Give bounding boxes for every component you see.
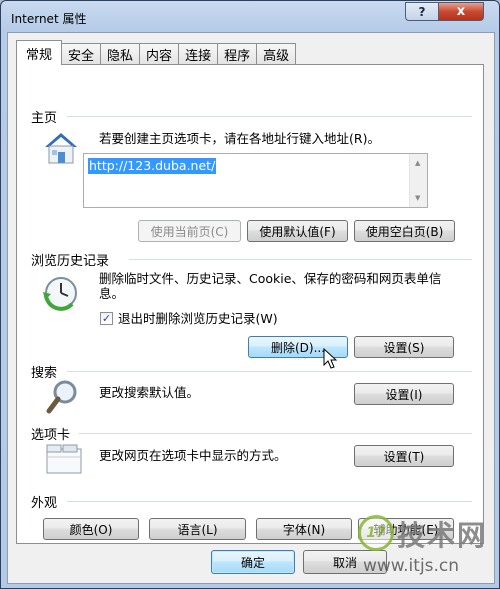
tabs-settings-button[interactable]: 设置(T)	[354, 445, 454, 467]
general-tab-panel: 主页 若要创建主页选项卡，请在各地址行键入地址(R)。 http://123.d…	[16, 64, 484, 544]
home-page-url-field[interactable]: http://123.duba.net/ ▲ ▼	[83, 153, 428, 208]
use-default-button[interactable]: 使用默认值(F)	[247, 220, 348, 242]
tabs-icon	[46, 444, 82, 474]
mouse-cursor-icon	[323, 348, 337, 369]
tab-general[interactable]: 常规	[16, 40, 63, 65]
scroll-up-icon[interactable]: ▲	[415, 159, 420, 167]
home-section-title: 主页	[31, 111, 58, 126]
internet-properties-window: Internet 属性 ? x 常规 安全 隐私 内容 连接 程序 高级 主页 …	[0, 0, 500, 589]
tab-content[interactable]: 内容	[140, 43, 180, 65]
tab-security[interactable]: 安全	[62, 43, 102, 65]
watermark-logo-number: 17	[366, 525, 386, 541]
window-title: Internet 属性	[11, 12, 87, 26]
search-settings-button[interactable]: 设置(I)	[354, 383, 454, 405]
fonts-button[interactable]: 字体(N)	[256, 518, 352, 540]
ok-button[interactable]: 确定	[211, 550, 295, 574]
appearance-divider	[67, 501, 472, 502]
use-blank-button[interactable]: 使用空白页(B)	[354, 220, 455, 242]
url-field-scrollbar[interactable]: ▲ ▼	[409, 154, 427, 207]
close-button[interactable]: x	[438, 2, 484, 21]
watermark-url: www.itjs.cn	[363, 556, 460, 576]
search-description: 更改搜索默认值。	[99, 385, 200, 400]
tab-programs[interactable]: 程序	[218, 43, 258, 65]
tab-strip: 常规 安全 隐私 内容 连接 程序 高级	[16, 40, 297, 65]
delete-on-exit-checkbox[interactable]: ✓	[100, 312, 113, 325]
tabs-section-title: 选项卡	[31, 428, 71, 443]
help-button[interactable]: ?	[405, 2, 439, 21]
appearance-section-title: 外观	[31, 496, 58, 511]
dialog-body: 常规 安全 隐私 内容 连接 程序 高级 主页 若要创建主页选项卡，请在各地址行…	[7, 32, 495, 584]
tab-advanced[interactable]: 高级	[257, 43, 297, 65]
home-page-url: http://123.duba.net/	[88, 158, 217, 174]
languages-button[interactable]: 语言(L)	[149, 518, 246, 540]
home-divider	[67, 116, 472, 117]
history-icon	[43, 277, 77, 311]
watermark-logo-icon: 17	[358, 515, 394, 551]
tab-connections[interactable]: 连接	[179, 43, 219, 65]
close-icon: x	[456, 4, 466, 19]
magnifier-icon	[46, 380, 77, 414]
history-description: 删除临时文件、历史记录、Cookie、保存的密码和网页表单信息。	[99, 271, 442, 301]
help-icon: ?	[418, 4, 426, 19]
home-description: 若要创建主页选项卡，请在各地址行键入地址(R)。	[99, 131, 380, 146]
use-current-button[interactable]: 使用当前页(C)	[138, 220, 241, 242]
checkmark-icon: ✓	[101, 312, 112, 325]
title-bar[interactable]: Internet 属性 ? x	[1, 1, 499, 33]
colors-button[interactable]: 颜色(O)	[43, 518, 139, 540]
history-section-title: 浏览历史记录	[31, 254, 110, 269]
watermark-brand: 技术网	[397, 519, 488, 552]
tabs-divider	[79, 433, 472, 434]
history-divider	[129, 259, 472, 260]
tab-privacy[interactable]: 隐私	[101, 43, 141, 65]
search-divider	[67, 371, 472, 372]
scroll-down-icon[interactable]: ▼	[415, 194, 420, 202]
history-settings-button[interactable]: 设置(S)	[354, 336, 454, 358]
home-icon	[45, 133, 77, 164]
delete-on-exit-label[interactable]: 退出时删除浏览历史记录(W)	[118, 311, 278, 326]
tabs-description: 更改网页在选项卡中显示的方式。	[99, 448, 287, 463]
